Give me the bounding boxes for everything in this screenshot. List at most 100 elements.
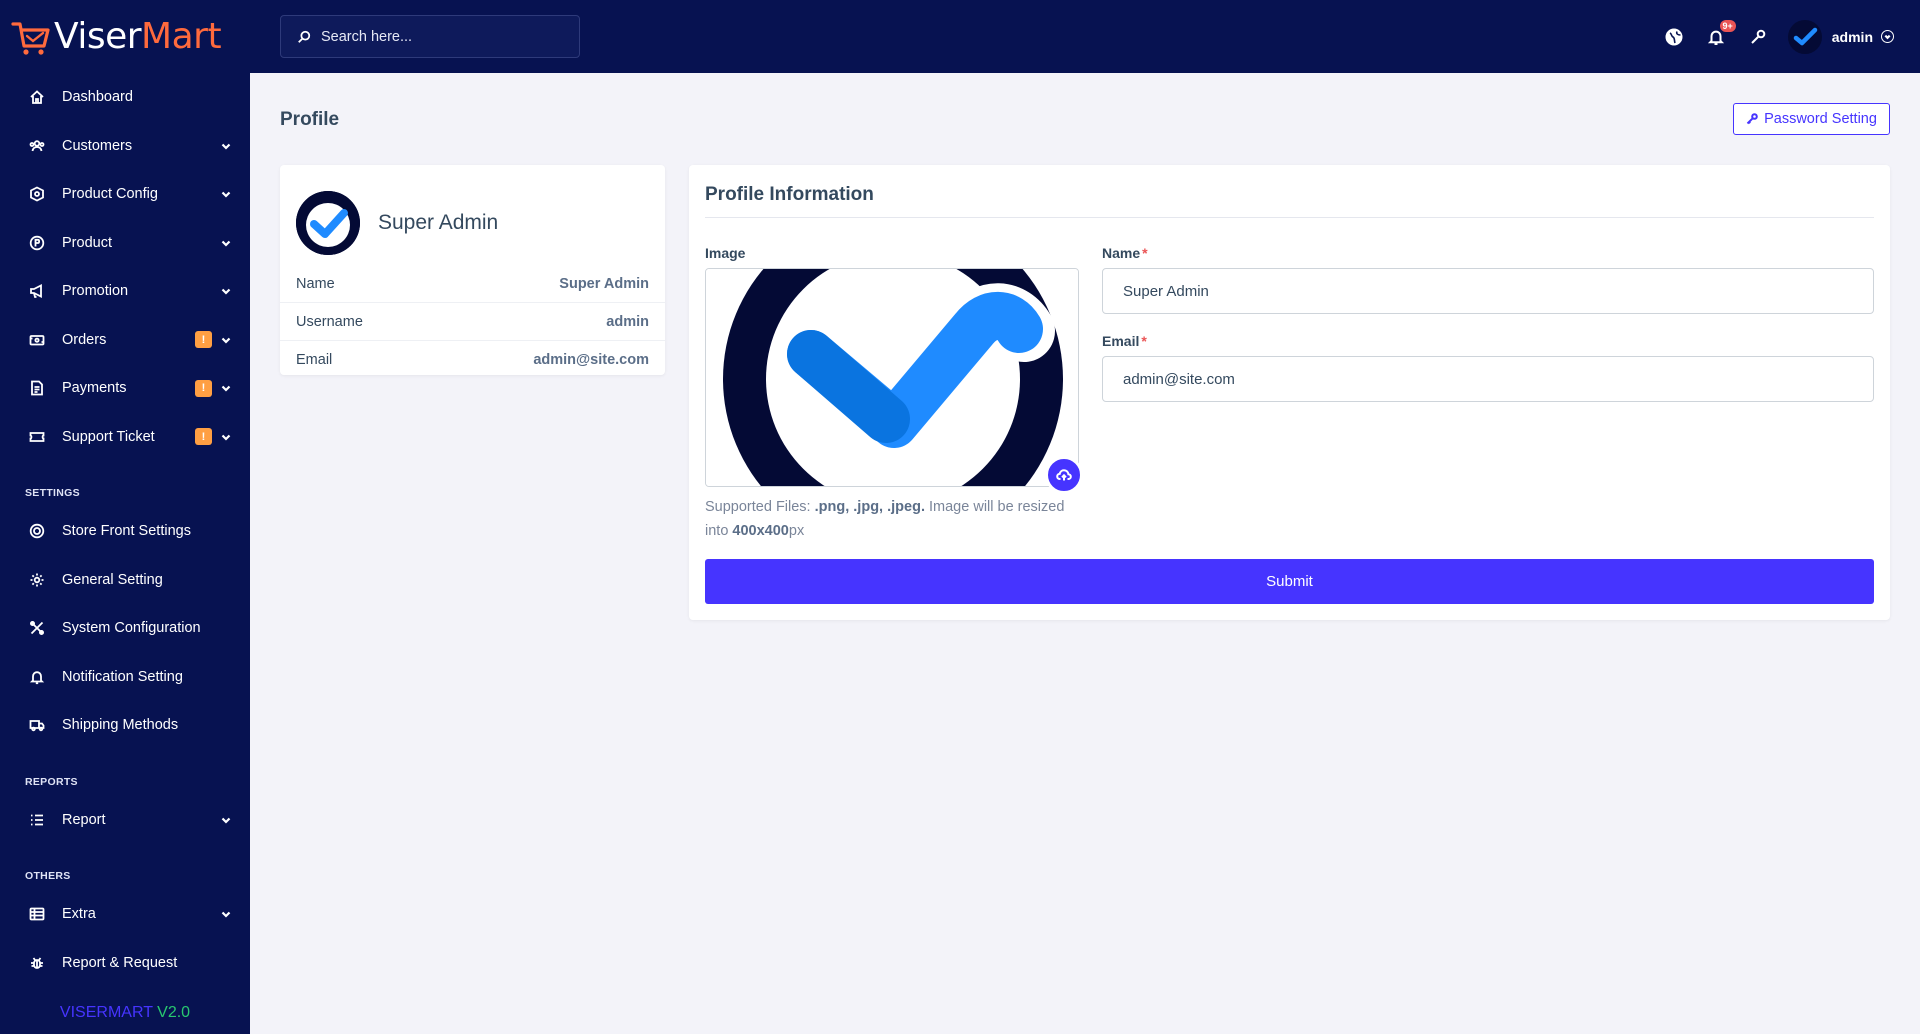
sidebar-item-label: Shipping Methods xyxy=(62,717,179,734)
required-mark: * xyxy=(1142,245,1148,261)
sidebar: ViserMart Dashboard Customers Product Co… xyxy=(0,0,250,1034)
sidebar-menu: Dashboard Customers Product Config Produ… xyxy=(0,73,250,987)
avatar xyxy=(1787,19,1822,54)
sidebar-item-label: Store Front Settings xyxy=(62,523,191,540)
divider xyxy=(705,217,1874,218)
version-number: V2.0 xyxy=(157,1004,191,1021)
chevron-down-icon xyxy=(220,382,232,394)
profile-row-email: Email admin@site.com xyxy=(280,341,665,379)
supported-types: .png, .jpg, .jpeg. xyxy=(814,499,925,515)
search-icon xyxy=(298,30,311,43)
app-version: VISERMART V2.0 xyxy=(0,1004,250,1022)
sidebar-item-label: Notification Setting xyxy=(62,668,183,685)
chevron-down-icon xyxy=(220,188,232,200)
profile-image-preview[interactable] xyxy=(705,268,1079,487)
sidebar-item-label: Payments xyxy=(62,380,127,397)
brand-name-part1: Viser xyxy=(54,16,142,57)
checkmark-logo-icon xyxy=(1787,19,1822,54)
globe-icon[interactable] xyxy=(1664,27,1684,47)
sidebar-item-label: Dashboard xyxy=(62,89,133,106)
card-title: Profile Information xyxy=(705,184,874,205)
name-label-text: Name xyxy=(1102,245,1141,261)
image-label: Image xyxy=(705,245,746,261)
name-field[interactable] xyxy=(1102,268,1874,314)
cart-logo-icon xyxy=(11,21,50,55)
sidebar-item-product-config[interactable]: Product Config xyxy=(0,170,250,219)
email-field[interactable] xyxy=(1102,356,1874,402)
username: admin xyxy=(1831,28,1873,45)
gear-icon xyxy=(28,571,46,589)
bug-icon xyxy=(28,954,46,972)
profile-row-value: Super Admin xyxy=(559,275,649,292)
upload-image-button[interactable] xyxy=(1045,456,1083,494)
password-setting-button[interactable]: Password Setting xyxy=(1733,103,1890,135)
sidebar-item-shipping-methods[interactable]: Shipping Methods xyxy=(0,701,250,750)
sidebar-item-orders[interactable]: Orders ! xyxy=(0,316,250,365)
ticket-icon xyxy=(28,428,46,446)
submit-button[interactable]: Submit xyxy=(705,559,1874,604)
chevron-down-icon xyxy=(1881,30,1894,43)
sidebar-item-label: General Setting xyxy=(62,571,163,588)
profile-information-card: Profile Information Image Supported File… xyxy=(689,165,1890,620)
search-box[interactable] xyxy=(280,15,580,58)
main-content: Profile Password Setting Super Admin Nam… xyxy=(250,73,1920,1034)
topbar-actions: 9+ admin xyxy=(1642,0,1894,73)
sidebar-item-report[interactable]: Report xyxy=(0,796,250,845)
sidebar-item-extra[interactable]: Extra xyxy=(0,890,250,939)
email-label-text: Email xyxy=(1102,333,1140,349)
sidebar-item-dashboard[interactable]: Dashboard xyxy=(0,73,250,122)
profile-row-username: Username admin xyxy=(280,303,665,341)
sidebar-item-payments[interactable]: Payments ! xyxy=(0,364,250,413)
product-icon xyxy=(28,234,46,252)
sidebar-item-system-configuration[interactable]: System Configuration xyxy=(0,604,250,653)
chevron-down-icon xyxy=(220,431,232,443)
user-menu[interactable]: admin xyxy=(1787,19,1894,54)
table-icon xyxy=(28,905,46,923)
sidebar-item-label: Report xyxy=(62,811,106,828)
bell-icon xyxy=(28,668,46,686)
sidebar-item-label: Product xyxy=(62,234,112,251)
supported-size: 400x400 xyxy=(732,523,789,539)
brand-name-part2: Mart xyxy=(141,16,222,57)
sidebar-item-label: Orders xyxy=(62,331,107,348)
pending-badge: ! xyxy=(195,428,212,446)
cog-box-icon xyxy=(28,185,46,203)
sidebar-item-promotion[interactable]: Promotion xyxy=(0,267,250,316)
chevron-down-icon xyxy=(220,237,232,249)
sidebar-item-store-front-settings[interactable]: Store Front Settings xyxy=(0,507,250,556)
sidebar-item-product[interactable]: Product xyxy=(0,219,250,268)
sidebar-item-notification-setting[interactable]: Notification Setting xyxy=(0,653,250,702)
cloud-upload-icon xyxy=(1056,469,1072,481)
chevron-down-icon xyxy=(220,140,232,152)
pending-badge: ! xyxy=(195,331,212,349)
chevron-down-icon xyxy=(220,334,232,346)
home-icon xyxy=(28,88,46,106)
sidebar-item-label: Support Ticket xyxy=(62,428,155,445)
page-title: Profile xyxy=(280,109,340,130)
search-input[interactable] xyxy=(321,28,561,45)
sidebar-item-report-request[interactable]: Report & Request xyxy=(0,939,250,988)
checkmark-logo-image xyxy=(706,269,1078,486)
key-icon xyxy=(1746,113,1758,125)
orders-icon xyxy=(28,331,46,349)
password-setting-label: Password Setting xyxy=(1764,111,1877,127)
truck-icon xyxy=(28,716,46,734)
profile-row-key: Username xyxy=(296,313,363,330)
avatar xyxy=(296,190,360,255)
supported-prefix: Supported Files: xyxy=(705,499,811,515)
notification-count-badge: 9+ xyxy=(1719,19,1736,32)
sidebar-item-general-setting[interactable]: General Setting xyxy=(0,556,250,605)
notification-bell-icon[interactable]: 9+ xyxy=(1706,19,1736,47)
invoice-icon xyxy=(28,379,46,397)
pending-badge: ! xyxy=(195,379,212,397)
profile-summary-header: Super Admin xyxy=(280,165,665,265)
wrench-icon[interactable] xyxy=(1748,27,1768,47)
sidebar-item-support-ticket[interactable]: Support Ticket ! xyxy=(0,413,250,462)
sidebar-item-customers[interactable]: Customers xyxy=(0,122,250,171)
chevron-down-icon xyxy=(220,285,232,297)
others-section-heading: OTHERS xyxy=(25,870,71,882)
users-icon xyxy=(28,137,46,155)
brand-logo[interactable]: ViserMart xyxy=(0,0,250,73)
reports-section-heading: REPORTS xyxy=(25,775,78,788)
profile-row-key: Email xyxy=(296,352,333,368)
